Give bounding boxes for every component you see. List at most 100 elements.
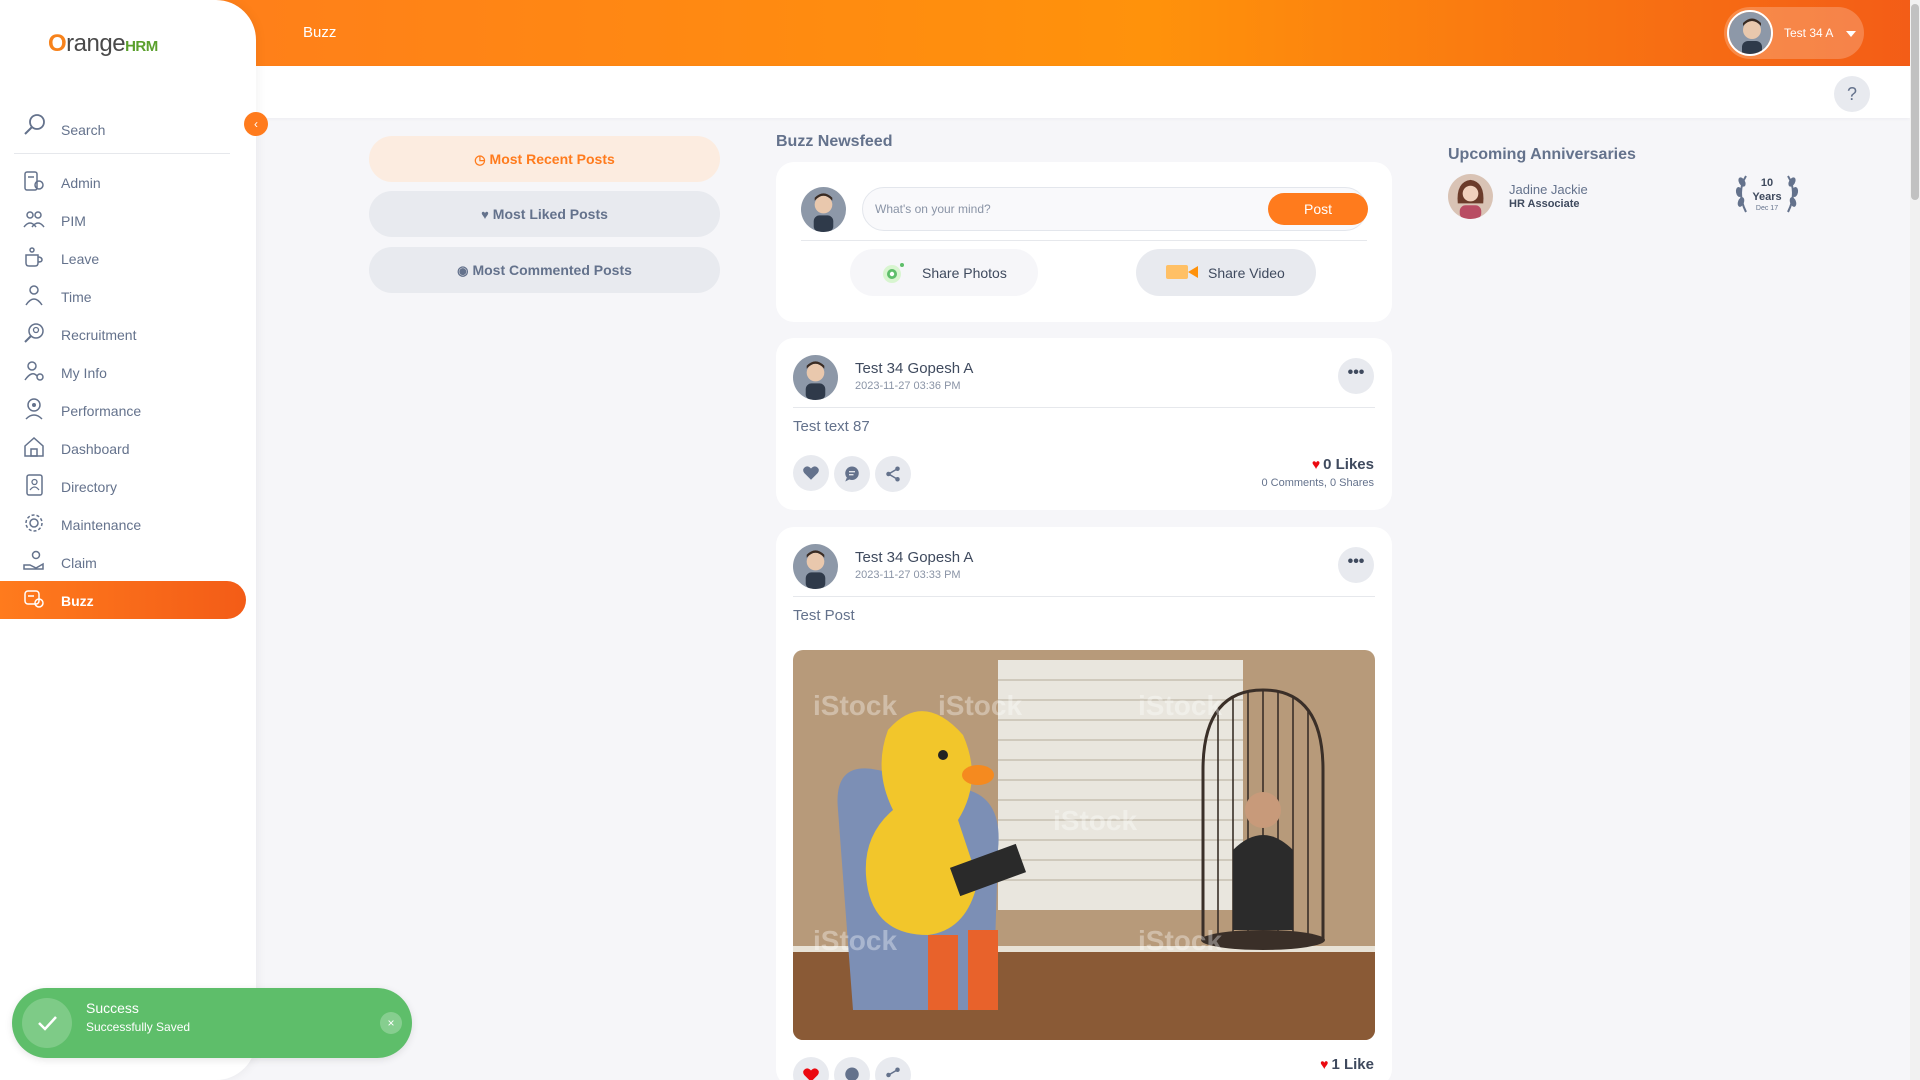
- post-image[interactable]: iStock iStock iStock iStock iStock iStoc…: [793, 650, 1375, 1040]
- sidebar-collapse-button[interactable]: ‹: [244, 112, 268, 136]
- page-scrollbar[interactable]: [1910, 0, 1920, 1080]
- heart-icon: ♥: [481, 207, 489, 222]
- post-timestamp: 2023-11-27 03:33 PM: [855, 569, 961, 581]
- like-button[interactable]: [793, 455, 829, 491]
- admin-icon: [22, 169, 46, 193]
- heart-icon: ♥: [1311, 456, 1321, 472]
- post-author-name: Test 34 Gopesh A: [855, 549, 974, 566]
- post-card: Test 34 Gopesh A 2023-11-27 03:36 PM •••…: [776, 338, 1392, 510]
- comment-icon: [845, 466, 859, 482]
- module-title: Buzz: [303, 24, 337, 41]
- success-toast: Success Successfully Saved ×: [12, 988, 412, 1058]
- anniversary-name: Jadine Jackie: [1509, 182, 1588, 197]
- checkmark-icon: [22, 998, 72, 1048]
- toast-close-button[interactable]: ×: [380, 1012, 402, 1034]
- post-more-button[interactable]: •••: [1338, 547, 1374, 583]
- pim-icon: [22, 207, 46, 231]
- share-video-button[interactable]: Share Video: [1136, 249, 1316, 296]
- watermark-text: iStock: [813, 925, 897, 956]
- scrollbar-thumb[interactable]: [1911, 4, 1919, 200]
- filter-most-recent-button[interactable]: ◷ Most Recent Posts: [369, 136, 720, 182]
- buzz-icon: [22, 587, 46, 611]
- recruitment-icon: [22, 321, 46, 345]
- share-icon: [886, 1067, 900, 1078]
- shares-count[interactable]: 0 Shares: [1330, 477, 1374, 489]
- sidebar-search[interactable]: Search: [14, 108, 230, 154]
- anniversaries-title: Upcoming Anniversaries: [1448, 146, 1636, 163]
- comments-count[interactable]: 0 Comments: [1261, 477, 1323, 489]
- top-bar: Buzz Test 34 A: [0, 0, 1920, 66]
- post-text: Test text 87: [793, 418, 870, 435]
- clock-icon: ◷: [474, 152, 486, 167]
- likes-count: ♥ 1 Like: [1320, 1056, 1374, 1073]
- share-button[interactable]: [875, 456, 911, 492]
- help-button[interactable]: ?: [1834, 76, 1870, 112]
- comment-button[interactable]: [834, 456, 870, 492]
- dashboard-icon: [22, 435, 46, 459]
- anniversary-avatar: [1448, 174, 1493, 219]
- heart-icon: ♥: [1320, 1056, 1329, 1072]
- toast-message: Successfully Saved: [86, 1020, 191, 1034]
- share-photos-button[interactable]: Share Photos: [850, 249, 1038, 296]
- search-label: Search: [61, 122, 106, 138]
- heart-icon: [803, 466, 819, 480]
- share-button[interactable]: [875, 1057, 911, 1080]
- post-divider: [793, 596, 1375, 597]
- post-counts: 0 Comments, 0 Shares: [1261, 477, 1374, 489]
- comment-button[interactable]: [834, 1057, 870, 1080]
- toast-title: Success: [86, 1000, 139, 1016]
- sidebar-item-performance[interactable]: Performance: [0, 391, 246, 429]
- watermark-text: iStock: [1138, 690, 1222, 721]
- sub-header: ?: [0, 66, 1910, 118]
- composer-divider: [801, 240, 1367, 241]
- watermark-text: iStock: [938, 690, 1022, 721]
- anniversary-date: Dec 17: [1755, 205, 1779, 212]
- performance-icon: [22, 397, 46, 421]
- newsfeed-title: Buzz Newsfeed: [776, 133, 893, 150]
- likes-count: ♥ 0 Likes: [1311, 456, 1374, 473]
- comment-icon: [845, 1067, 859, 1080]
- sidebar-item-dashboard[interactable]: Dashboard: [0, 429, 246, 467]
- sidebar-item-recruitment[interactable]: Recruitment: [0, 315, 246, 353]
- video-icon: [1166, 261, 1198, 286]
- sidebar-item-leave[interactable]: Leave: [0, 239, 246, 277]
- laurel-icon: 10 Years Dec 17: [1732, 172, 1802, 222]
- maintenance-icon: [22, 511, 46, 535]
- post-input-placeholder: What's on your mind?: [875, 202, 991, 216]
- watermark-text: iStock: [1138, 925, 1222, 956]
- sidebar-item-maintenance[interactable]: Maintenance: [0, 505, 246, 543]
- user-name: Test 34 A: [1784, 26, 1834, 40]
- time-icon: [22, 283, 46, 307]
- sidebar-item-admin[interactable]: Admin: [0, 163, 246, 201]
- my-info-icon: [22, 359, 46, 383]
- sidebar-item-directory[interactable]: Directory: [0, 467, 246, 505]
- heart-icon: [803, 1068, 819, 1080]
- sidebar-item-claim[interactable]: Claim: [0, 543, 246, 581]
- directory-icon: [22, 473, 46, 497]
- post-more-button[interactable]: •••: [1338, 358, 1374, 394]
- main-menu: Admin PIM Leave Time Recruitment My Info…: [0, 163, 256, 619]
- leave-icon: [22, 245, 46, 269]
- sidebar: OrangeHRM Search Admin PIM Leave Time Re…: [0, 0, 256, 1080]
- filter-most-liked-button[interactable]: ♥ Most Liked Posts: [369, 191, 720, 237]
- camera-icon: [880, 261, 908, 288]
- sidebar-item-my-info[interactable]: My Info: [0, 353, 246, 391]
- user-avatar: [1727, 10, 1773, 56]
- share-icon: [886, 466, 900, 482]
- composer-avatar: [801, 187, 846, 232]
- post-button[interactable]: Post: [1268, 193, 1368, 225]
- chevron-down-icon: [1846, 31, 1856, 37]
- like-button[interactable]: [793, 1057, 829, 1080]
- post-text: Test Post: [793, 607, 855, 624]
- post-author-avatar: [793, 355, 838, 400]
- post-card: Test 34 Gopesh A 2023-11-27 03:33 PM •••…: [776, 527, 1392, 1080]
- post-composer: What's on your mind? Post Share Photos S…: [776, 162, 1392, 322]
- sidebar-item-time[interactable]: Time: [0, 277, 246, 315]
- post-author-name: Test 34 Gopesh A: [855, 360, 974, 377]
- user-dropdown[interactable]: Test 34 A: [1724, 7, 1864, 59]
- sidebar-item-buzz[interactable]: Buzz: [0, 581, 246, 619]
- filter-most-commented-button[interactable]: ◉ Most Commented Posts: [369, 247, 720, 293]
- orangehrm-logo[interactable]: OrangeHRM: [48, 30, 158, 58]
- search-icon: [22, 112, 48, 143]
- sidebar-item-pim[interactable]: PIM: [0, 201, 246, 239]
